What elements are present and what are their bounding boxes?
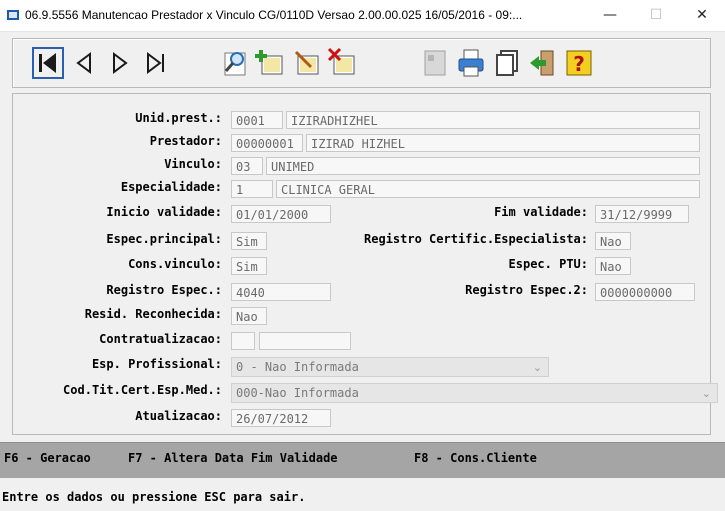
espec-principal-field[interactable]: Sim — [231, 232, 267, 250]
espec-ptu-label: Espec. PTU: — [508, 257, 588, 271]
next-record-icon — [113, 52, 128, 74]
cons-vinculo-label: Cons.vinculo: — [128, 257, 222, 271]
fim-validade-field[interactable]: 31/12/9999 — [595, 205, 689, 223]
edit-button[interactable] — [291, 47, 323, 79]
first-record-icon — [32, 47, 64, 79]
especialidade-name-field: CLINICA GERAL — [276, 180, 700, 198]
printer-icon — [458, 49, 484, 77]
delete-record-icon — [327, 47, 355, 75]
registro-espec-field[interactable]: 4040 — [231, 283, 331, 301]
prestador-code-field[interactable]: 00000001 — [231, 134, 303, 152]
next-record-button[interactable] — [104, 47, 136, 79]
contratualizacao-desc-field — [259, 332, 351, 350]
espec-ptu-field[interactable]: Nao — [595, 257, 631, 275]
copy-icon — [496, 50, 518, 76]
especialidade-label: Especialidade: — [120, 180, 222, 194]
esp-profissional-label: Esp. Profissional: — [91, 357, 222, 371]
maximize-button[interactable]: ☐ — [633, 0, 679, 31]
add-record-icon — [255, 50, 283, 75]
cod-tit-cert-value: 000-Nao Informada — [236, 386, 359, 400]
print-button[interactable] — [455, 47, 487, 79]
search-icon — [224, 52, 246, 76]
search-button[interactable] — [219, 47, 251, 79]
unid-prest-name-field: IZIRADHIZHEL — [286, 111, 700, 129]
registro-certific-field[interactable]: Nao — [595, 232, 631, 250]
add-button[interactable] — [255, 47, 287, 79]
contratualizacao-label: Contratualizacao: — [99, 332, 222, 346]
help-button[interactable]: ? — [563, 47, 595, 79]
resid-reconhecida-label: Resid. Reconhecida: — [84, 307, 222, 321]
prestador-name-field: IZIRAD HIZHEL — [306, 134, 700, 152]
esp-profissional-value: 0 - Nao Informada — [236, 360, 359, 374]
cons-vinculo-field[interactable]: Sim — [231, 257, 267, 275]
status-message: Entre os dados ou pressione ESC para sai… — [2, 490, 306, 504]
registro-espec2-field[interactable]: 0000000000 — [595, 283, 695, 301]
exit-icon — [530, 50, 554, 76]
esp-profissional-select[interactable]: 0 - Nao Informada ⌄ — [231, 357, 549, 377]
print-disabled-button[interactable] — [419, 47, 451, 79]
previous-record-icon — [76, 52, 91, 74]
atualizacao-field: 26/07/2012 — [231, 409, 331, 427]
cod-tit-cert-label: Cod.Tit.Cert.Esp.Med.: — [63, 383, 222, 397]
resid-reconhecida-field[interactable]: Nao — [231, 307, 267, 325]
fim-validade-label: Fim validade: — [494, 205, 588, 219]
toolbar: ? — [12, 38, 711, 88]
registro-espec-label: Registro Espec.: — [106, 283, 222, 297]
previous-record-button[interactable] — [68, 47, 100, 79]
minimize-button[interactable]: — — [587, 0, 633, 31]
unid-prest-code-field[interactable]: 0001 — [231, 111, 283, 129]
help-icon: ? — [566, 50, 592, 76]
app-icon — [7, 10, 19, 20]
prestador-label: Prestador: — [149, 134, 222, 148]
last-record-button[interactable] — [140, 47, 172, 79]
contratualizacao-code-field[interactable] — [231, 332, 255, 350]
title-bar: 06.9.5556 Manutencao Prestador x Vinculo… — [0, 0, 725, 32]
f6-geracao-key[interactable]: F6 - Geracao — [4, 451, 91, 465]
atualizacao-label: Atualizacao: — [135, 409, 222, 423]
status-bar: Entre os dados ou pressione ESC para sai… — [0, 478, 725, 511]
close-button[interactable]: ✕ — [679, 0, 725, 31]
f8-cons-cliente-key[interactable]: F8 - Cons.Cliente — [414, 451, 537, 465]
exit-button[interactable] — [527, 47, 559, 79]
inicio-validade-label: Inicio validade: — [106, 205, 222, 219]
registro-certific-label: Registro Certific.Especialista: — [364, 232, 588, 246]
inicio-validade-field[interactable]: 01/01/2000 — [231, 205, 331, 223]
chevron-down-icon: ⌄ — [701, 387, 711, 400]
delete-button[interactable] — [327, 47, 359, 79]
vinculo-label: Vinculo: — [164, 157, 222, 171]
unid-prest-label: Unid.prest.: — [135, 111, 222, 125]
edit-record-icon — [294, 50, 319, 75]
cod-tit-cert-select[interactable]: 000-Nao Informada ⌄ — [231, 383, 718, 403]
svg-text:?: ? — [573, 52, 585, 76]
window-title: 06.9.5556 Manutencao Prestador x Vinculo… — [25, 8, 523, 22]
f7-altera-data-key[interactable]: F7 - Altera Data Fim Validade — [128, 451, 338, 465]
espec-principal-label: Espec.principal: — [106, 232, 222, 246]
first-record-button[interactable] — [32, 47, 64, 79]
copy-button[interactable] — [491, 47, 523, 79]
especialidade-code-field[interactable]: 1 — [231, 180, 273, 198]
document-disabled-icon — [424, 50, 446, 76]
vinculo-name-field: UNIMED — [266, 157, 700, 175]
chevron-down-icon: ⌄ — [532, 361, 542, 374]
registro-espec2-label: Registro Espec.2: — [465, 283, 588, 297]
last-record-icon — [147, 52, 164, 74]
vinculo-code-field[interactable]: 03 — [231, 157, 263, 175]
function-keys-bar: F6 - Geracao F7 - Altera Data Fim Valida… — [0, 442, 725, 479]
